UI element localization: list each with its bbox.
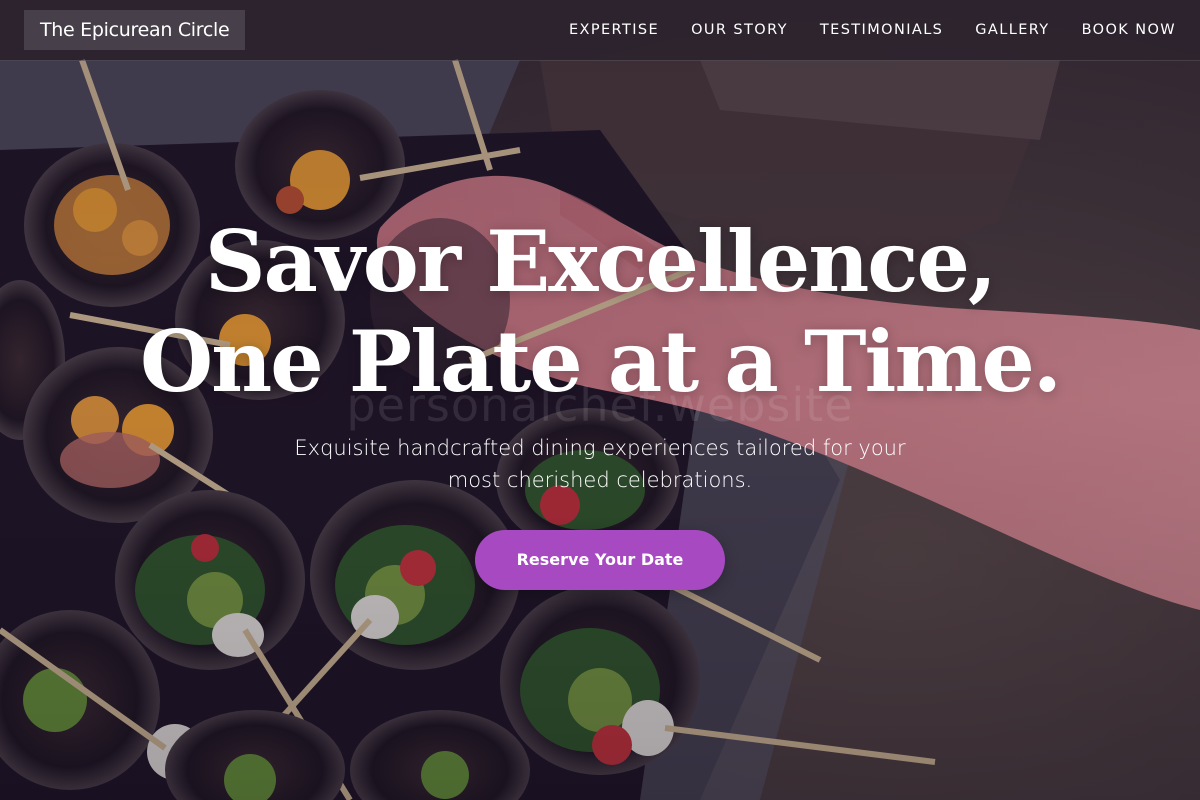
hero-subtitle: Exquisite handcrafted dining experiences…	[294, 436, 906, 492]
nav-links: EXPERTISE OUR STORY TESTIMONIALS GALLERY…	[537, 0, 1176, 60]
nav-link-gallery[interactable]: GALLERY	[975, 22, 1049, 38]
top-navbar: The Epicurean Circle EXPERTISE OUR STORY…	[0, 0, 1200, 61]
nav-link-expertise[interactable]: EXPERTISE	[569, 22, 659, 38]
hero-headline-line2: One Plate at a Time.	[139, 312, 1062, 411]
brand-logo-link[interactable]: The Epicurean Circle	[24, 10, 246, 50]
hero-section: The Epicurean Circle EXPERTISE OUR STORY…	[0, 0, 1200, 800]
nav-link-testimonials[interactable]: TESTIMONIALS	[820, 22, 943, 38]
nav-link-book-now[interactable]: BOOK NOW	[1082, 22, 1176, 38]
nav-link-our-story[interactable]: OUR STORY	[691, 22, 788, 38]
hero-headline-line1: Savor Excellence,	[204, 212, 997, 311]
reserve-date-button[interactable]: Reserve Your Date	[475, 530, 725, 590]
hero-content: Savor Excellence, One Plate at a Time. E…	[0, 212, 1200, 590]
hero-headline: Savor Excellence, One Plate at a Time.	[0, 212, 1200, 412]
